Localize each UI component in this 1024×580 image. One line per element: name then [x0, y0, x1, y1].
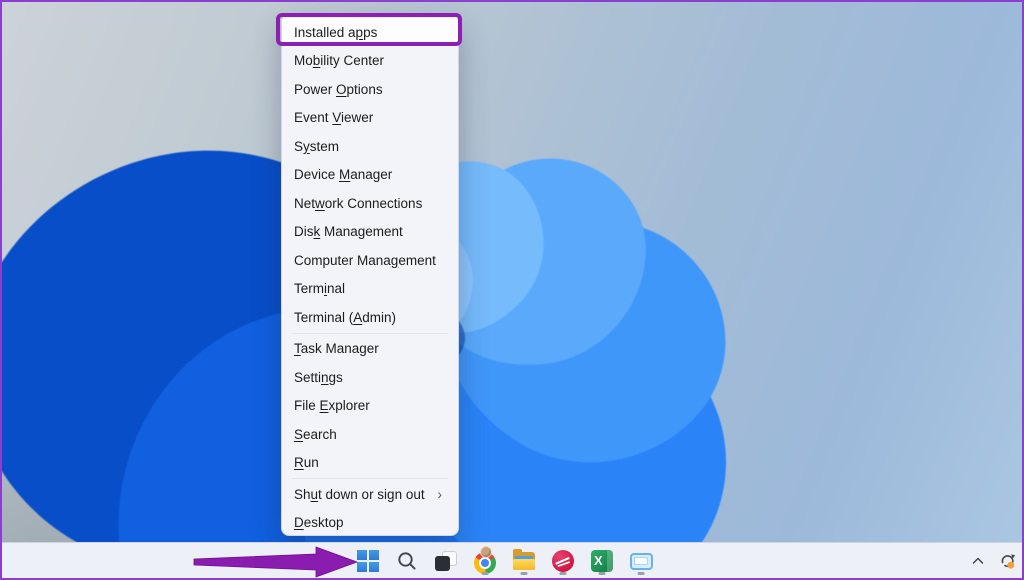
running-indicator — [599, 572, 606, 575]
menu-item-label: Power Options — [294, 82, 383, 97]
submenu-chevron-icon: › — [437, 487, 446, 501]
menu-item-label: Search — [294, 427, 337, 442]
windows-logo-icon — [357, 550, 379, 572]
sync-pending-icon — [998, 552, 1018, 570]
file-explorer-button[interactable] — [512, 546, 536, 576]
menu-item-label: Installed apps — [294, 25, 377, 40]
menu-item-label: Device Manager — [294, 167, 392, 182]
task-view-icon — [435, 551, 457, 571]
menu-item-file-explorer[interactable]: File Explorer — [282, 392, 458, 421]
red-app-button[interactable] — [551, 546, 575, 576]
menu-item-disk-management[interactable]: Disk Management — [282, 218, 458, 247]
search-button[interactable] — [395, 546, 419, 576]
sync-status-button[interactable] — [998, 549, 1018, 573]
menu-item-desktop[interactable]: Desktop — [282, 509, 458, 537]
movies-tv-button[interactable] — [629, 546, 653, 576]
menu-item-label: Terminal — [294, 281, 345, 296]
menu-item-label: Settings — [294, 370, 343, 385]
menu-item-label: Computer Management — [294, 253, 436, 268]
menu-item-label: Disk Management — [294, 224, 403, 239]
bloom-flower-graphic — [0, 0, 1024, 580]
menu-item-label: Terminal (Admin) — [294, 310, 396, 325]
menu-item-label: Run — [294, 455, 319, 470]
menu-item-label: Mobility Center — [294, 53, 384, 68]
excel-icon: X — [591, 550, 613, 572]
menu-item-event-viewer[interactable]: Event Viewer — [282, 104, 458, 133]
menu-item-label: System — [294, 139, 339, 154]
menu-item-settings[interactable]: Settings — [282, 363, 458, 392]
menu-separator — [292, 333, 448, 334]
chrome-button[interactable] — [473, 546, 497, 576]
menu-separator — [292, 478, 448, 479]
menu-item-label: File Explorer — [294, 398, 370, 413]
desktop-screen: Installed apps Mobility Center Power Optio… — [0, 0, 1024, 580]
context-menu: Installed apps Mobility Center Power Optio… — [281, 14, 459, 536]
menu-item-label: Task Manager — [294, 341, 379, 356]
chrome-icon — [473, 548, 497, 574]
menu-item-network-connections[interactable]: Network Connections — [282, 189, 458, 218]
movies-tv-icon — [630, 553, 653, 570]
running-indicator — [560, 572, 567, 575]
menu-item-installed-apps[interactable]: Installed apps — [282, 18, 458, 47]
start-button[interactable] — [356, 546, 380, 576]
menu-item-run[interactable]: Run — [282, 449, 458, 478]
menu-item-label: Event Viewer — [294, 110, 373, 125]
excel-button[interactable]: X — [590, 546, 614, 576]
menu-item-terminal[interactable]: Terminal — [282, 275, 458, 304]
taskbar-icon-group: X — [356, 543, 653, 579]
menu-item-label: Desktop — [294, 515, 344, 530]
file-explorer-icon — [513, 552, 535, 570]
red-app-icon — [552, 550, 574, 572]
menu-item-shut-down-or-sign-out[interactable]: Shut down or sign out › — [282, 480, 458, 509]
excel-letter: X — [594, 553, 603, 568]
taskbar: X — [0, 542, 1024, 578]
running-indicator — [638, 572, 645, 575]
wallpaper — [0, 0, 1024, 580]
running-indicator — [521, 572, 528, 575]
menu-item-terminal-admin[interactable]: Terminal (Admin) — [282, 303, 458, 332]
chevron-up-icon — [971, 555, 985, 567]
menu-item-system[interactable]: System — [282, 132, 458, 161]
chrome-profile-avatar — [480, 546, 492, 558]
menu-item-search[interactable]: Search — [282, 420, 458, 449]
running-indicator — [482, 572, 489, 575]
menu-item-mobility-center[interactable]: Mobility Center — [282, 47, 458, 76]
menu-item-label: Network Connections — [294, 196, 422, 211]
system-tray — [968, 543, 1018, 579]
task-view-button[interactable] — [434, 546, 458, 576]
menu-item-power-options[interactable]: Power Options — [282, 75, 458, 104]
hidden-icons-button[interactable] — [968, 549, 988, 573]
menu-item-device-manager[interactable]: Device Manager — [282, 161, 458, 190]
menu-item-label: Shut down or sign out — [294, 487, 425, 502]
menu-item-task-manager[interactable]: Task Manager — [282, 335, 458, 364]
search-icon — [396, 550, 418, 572]
menu-item-computer-management[interactable]: Computer Management — [282, 246, 458, 275]
